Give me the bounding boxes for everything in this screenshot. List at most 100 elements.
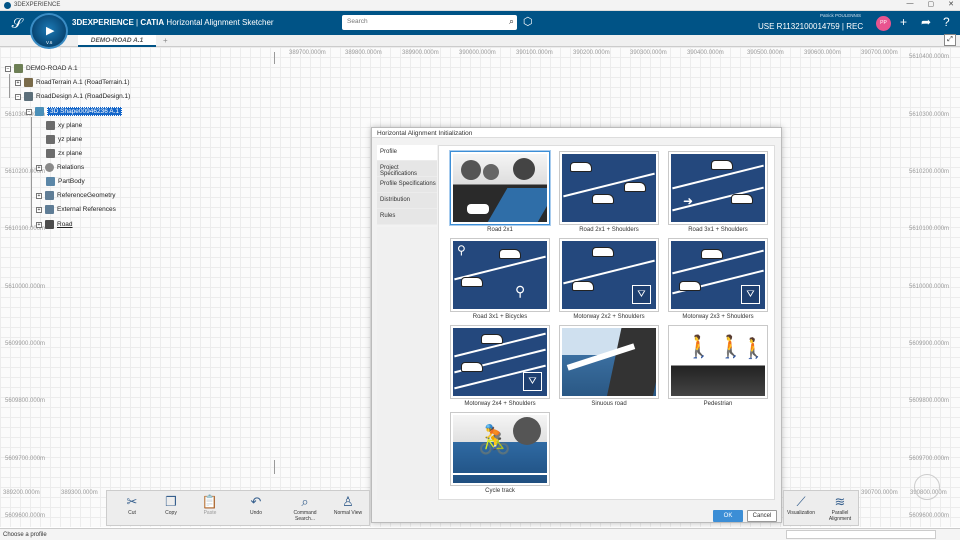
y-coordinate: 5610000.000m <box>909 284 950 290</box>
expand-icon[interactable]: + <box>36 221 42 228</box>
app-logo-icon <box>4 2 11 9</box>
profile-label: Road 3x1 + Shoulders <box>688 227 748 233</box>
profile-road-2x1-shoulders[interactable]: Road 2x1 + Shoulders <box>559 151 659 233</box>
compass-icon[interactable]: ▶ V.6 <box>30 13 68 49</box>
external-references-icon <box>45 205 54 214</box>
profile-label: Motorway 2x4 + Shoulders <box>464 401 536 407</box>
tree-item-roaddesign[interactable]: − RoadDesign A.1 (RoadDesign.1) <box>15 92 130 101</box>
collab-space-selector[interactable]: USE R1132100014759 | REC <box>758 22 863 31</box>
profile-label: Road 3x1 + Bicycles <box>472 314 528 320</box>
status-message: Choose a profile <box>3 532 47 538</box>
x-coordinate: 390000.000m <box>459 50 496 56</box>
profile-motorway-2x2-shoulders[interactable]: ⛛ Motorway 2x2 + Shoulders <box>559 238 659 320</box>
status-bar: Choose a profile <box>0 528 960 540</box>
tag-icon[interactable]: ⬡ <box>523 15 533 28</box>
close-button[interactable]: ✕ <box>948 0 954 8</box>
parallel-alignment-button[interactable]: ≋ Parallel Alignment <box>825 494 855 522</box>
parallel-alignment-icon: ≋ <box>834 494 846 509</box>
nav-profile[interactable]: Profile <box>377 145 437 161</box>
expand-icon[interactable]: + <box>15 79 21 86</box>
paste-button[interactable]: 📋 Paste <box>195 494 225 516</box>
body-icon <box>46 177 55 186</box>
dialog-nav: Profile Project Specifications Profile S… <box>377 145 437 227</box>
relations-icon <box>45 163 54 172</box>
nav-profile-specifications[interactable]: Profile Specifications <box>377 177 437 193</box>
view-compass-icon[interactable] <box>914 474 940 500</box>
search-input[interactable]: Search ⌕ <box>342 15 517 30</box>
x-coordinate: 389300.000m <box>61 490 98 496</box>
tree-root[interactable]: − DEMO-ROAD A.1 <box>5 64 78 73</box>
y-coordinate: 5609800.000m <box>909 398 950 404</box>
profile-road-2x1[interactable]: Road 2x1 <box>450 151 550 233</box>
dialog-title: Horizontal Alignment Initialization <box>372 128 781 138</box>
y-coordinate: 5609600.000m <box>909 513 950 519</box>
x-coordinate: 390100.000m <box>516 50 553 56</box>
collapse-icon[interactable]: − <box>5 65 11 72</box>
collapse-icon[interactable]: − <box>15 93 21 100</box>
plane-icon <box>46 135 55 144</box>
profile-road-3x1-bicycles[interactable]: ⚲ ⚲ Road 3x1 + Bicycles <box>450 238 550 320</box>
tree-item-xy-plane[interactable]: xy plane <box>46 121 82 130</box>
motorway-2x2-shoulders-image: ⛛ <box>562 241 656 309</box>
expand-icon[interactable]: + <box>36 206 42 213</box>
tree-item-external-references[interactable]: + External References <box>36 205 116 214</box>
compass-version: V.6 <box>46 40 53 45</box>
tree-item-reference-geometry[interactable]: + ReferenceGeometry <box>36 191 116 200</box>
y-coordinate: 5610300.000m <box>909 112 950 118</box>
tab-demo-road[interactable]: DEMO-ROAD A.1 <box>78 35 156 47</box>
nav-rules[interactable]: Rules <box>377 209 437 225</box>
undo-button[interactable]: ↶ Undo <box>241 494 271 516</box>
y-coordinate: 5609700.000m <box>909 456 950 462</box>
geometry-icon <box>45 191 54 200</box>
command-search-button[interactable]: ⌕ Command Search... <box>290 494 320 522</box>
expand-icon[interactable]: + <box>36 192 42 199</box>
tree-item-zx-plane[interactable]: zx plane <box>46 149 82 158</box>
help-icon[interactable]: ? <box>943 15 950 29</box>
road-icon <box>45 220 54 229</box>
dassault-logo-icon[interactable]: 𝒮 <box>8 14 26 32</box>
copy-button[interactable]: ❐ Copy <box>156 494 186 516</box>
window-title: 3DEXPERIENCE <box>14 2 61 8</box>
expand-icon[interactable]: + <box>36 164 42 171</box>
normal-view-button[interactable]: ♙ Normal View <box>333 494 363 516</box>
ruler-divider <box>274 460 275 474</box>
share-icon[interactable]: ➦ <box>921 15 931 29</box>
profile-cycle-track[interactable]: 🚴 Cycle track <box>450 412 550 494</box>
profile-label: Road 2x1 + Shoulders <box>579 227 639 233</box>
search-icon[interactable]: ⌕ <box>509 16 514 27</box>
new-tab-icon[interactable]: + <box>163 36 168 45</box>
tree-item-relations[interactable]: + Relations <box>36 163 84 172</box>
profile-label: Motorway 2x3 + Shoulders <box>682 314 754 320</box>
nav-project-specifications[interactable]: Project Specifications <box>377 161 437 177</box>
y-coordinate: 5609800.000m <box>5 398 46 404</box>
cancel-button[interactable]: Cancel <box>747 510 777 522</box>
profile-road-3x1-shoulders[interactable]: ➜ Road 3x1 + Shoulders <box>668 151 768 233</box>
y-coordinate: 5609600.000m <box>5 513 46 519</box>
avatar[interactable]: PP <box>876 16 891 31</box>
profile-motorway-2x4-shoulders[interactable]: ⛛ Motorway 2x4 + Shoulders <box>450 325 550 407</box>
profile-pedestrian[interactable]: 🚶 🚶 🚶 Pedestrian <box>668 325 768 407</box>
command-search-icon: ⌕ <box>301 494 309 509</box>
tree-item-3dshape[interactable]: − 3D Shape00946236 A.1 <box>26 107 123 116</box>
nav-distribution[interactable]: Distribution <box>377 193 437 209</box>
tree-item-road[interactable]: + Road <box>36 220 73 229</box>
minimize-button[interactable]: — <box>907 0 914 8</box>
profile-label: Cycle track <box>485 488 515 494</box>
x-coordinate: 390700.000m <box>861 490 898 496</box>
profile-motorway-2x3-shoulders[interactable]: ⛛ Motorway 2x3 + Shoulders <box>668 238 768 320</box>
tree-item-partbody[interactable]: PartBody <box>46 177 85 186</box>
terrain-icon <box>24 78 33 87</box>
visualization-button[interactable]: ⟋ Visualization <box>786 494 816 516</box>
tree-item-yz-plane[interactable]: yz plane <box>46 135 82 144</box>
collapse-icon[interactable]: − <box>26 108 32 115</box>
command-input[interactable] <box>786 530 936 539</box>
profile-sinuous-road[interactable]: Sinuous road <box>559 325 659 407</box>
cut-button[interactable]: ✂ Cut <box>117 494 147 516</box>
y-coordinate: 5610400.000m <box>909 54 950 60</box>
maximize-button[interactable]: ▢ <box>928 0 935 8</box>
ok-button[interactable]: OK <box>713 510 743 522</box>
fit-all-icon[interactable]: ⤢ <box>944 34 956 46</box>
tree-item-roadterrain[interactable]: + RoadTerrain A.1 (RoadTerrain.1) <box>15 78 130 87</box>
x-coordinate: 389800.000m <box>345 50 382 56</box>
add-icon[interactable]: + <box>900 15 907 29</box>
